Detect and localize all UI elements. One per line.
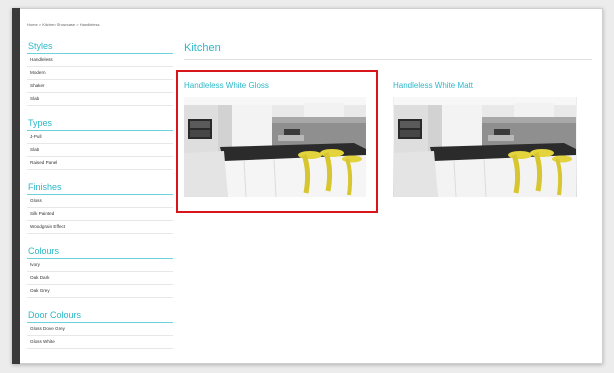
- sidebar-item-slab[interactable]: Slab: [27, 144, 173, 157]
- sidebar-group-title: Finishes: [27, 181, 173, 195]
- kitchen-image[interactable]: [393, 97, 577, 197]
- page-title: Kitchen: [184, 42, 221, 54]
- sidebar-item-raised-panel[interactable]: Raised Panel: [27, 157, 173, 170]
- sidebar-item-silk-painted[interactable]: Silk Painted: [27, 208, 173, 221]
- sidebar: Styles Handleless Modern Shaker Slab Typ…: [27, 40, 173, 349]
- sidebar-group-colours: Colours Ivory Oak Dark Oak Grey: [27, 245, 173, 298]
- sidebar-item-oak-dark[interactable]: Oak Dark: [27, 272, 173, 285]
- sidebar-item-woodgrain-effect[interactable]: Woodgrain Effect: [27, 221, 173, 234]
- sidebar-item-j-pull[interactable]: J-Pull: [27, 131, 173, 144]
- sidebar-item-gloss[interactable]: Gloss: [27, 195, 173, 208]
- sidebar-item-handleless[interactable]: Handleless: [27, 54, 173, 67]
- sidebar-group-title: Colours: [27, 245, 173, 259]
- breadcrumb[interactable]: Home > Kitchen Showcase > Handleless: [27, 22, 99, 27]
- sidebar-group-title: Types: [27, 117, 173, 131]
- sidebar-item-gloss-white[interactable]: Gloss White: [27, 336, 173, 349]
- sidebar-group-styles: Styles Handleless Modern Shaker Slab: [27, 40, 173, 106]
- product-title[interactable]: Handleless White Matt: [393, 81, 577, 91]
- title-divider: [184, 59, 592, 60]
- sidebar-item-slab[interactable]: Slab: [27, 93, 173, 106]
- sidebar-group-door-colours: Door Colours Gloss Dove Grey Gloss White: [27, 309, 173, 349]
- window-edge: [12, 8, 20, 364]
- sidebar-group-title: Styles: [27, 40, 173, 54]
- sidebar-item-ivory[interactable]: Ivory: [27, 259, 173, 272]
- sidebar-group-title: Door Colours: [27, 309, 173, 323]
- sidebar-item-shaker[interactable]: Shaker: [27, 80, 173, 93]
- sidebar-group-types: Types J-Pull Slab Raised Panel: [27, 117, 173, 170]
- kitchen-illustration: [394, 97, 576, 197]
- sidebar-group-finishes: Finishes Gloss Silk Painted Woodgrain Ef…: [27, 181, 173, 234]
- selection-highlight-box: [176, 70, 378, 213]
- sidebar-item-modern[interactable]: Modern: [27, 67, 173, 80]
- sidebar-item-oak-grey[interactable]: Oak Grey: [27, 285, 173, 298]
- product-card-white-matt[interactable]: Handleless White Matt: [393, 81, 577, 197]
- sidebar-item-gloss-dove-grey[interactable]: Gloss Dove Grey: [27, 323, 173, 336]
